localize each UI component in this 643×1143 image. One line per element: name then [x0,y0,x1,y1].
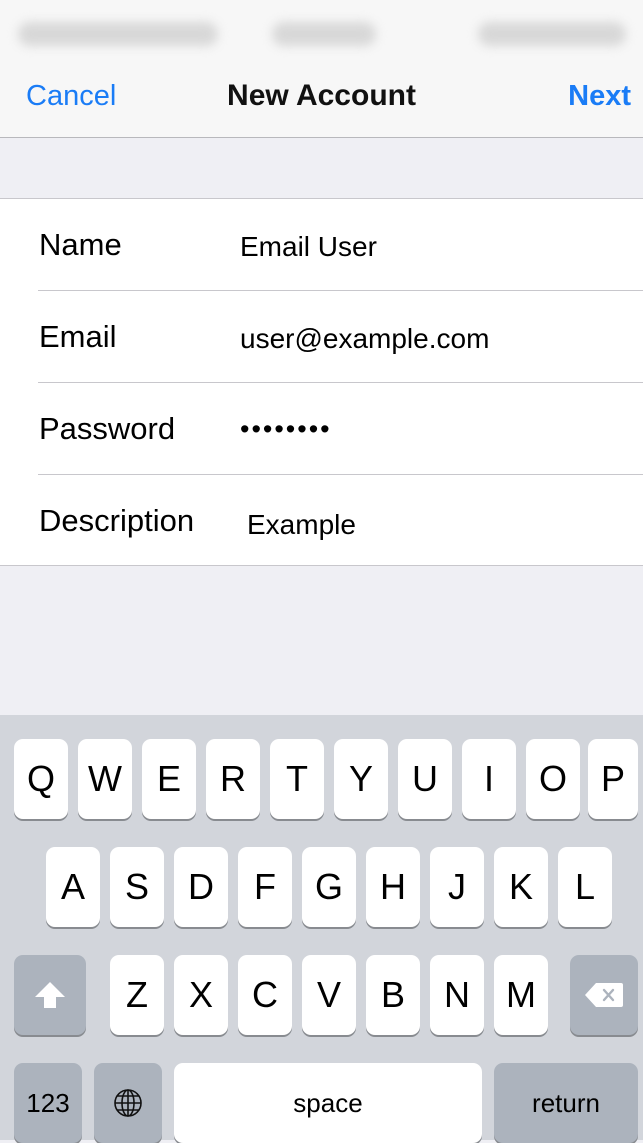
key-g[interactable]: G [302,847,356,927]
key-i[interactable]: I [462,739,516,819]
password-label: Password [39,411,176,446]
key-n[interactable]: N [430,955,484,1035]
key-z[interactable]: Z [110,955,164,1035]
key-l[interactable]: L [558,847,612,927]
key-k[interactable]: K [494,847,548,927]
key-a[interactable]: A [46,847,100,927]
password-field[interactable]: •••••••• [240,409,332,449]
key-q[interactable]: Q [14,739,68,819]
description-field[interactable]: Example [247,505,356,545]
shift-icon [33,980,67,1010]
key-s[interactable]: S [110,847,164,927]
status-carrier-blur [18,22,218,46]
space-key[interactable]: space [174,1063,482,1143]
email-row: Email user@example.com [0,291,643,383]
key-h[interactable]: H [366,847,420,927]
key-u[interactable]: U [398,739,452,819]
page-title: New Account [227,79,416,112]
key-m[interactable]: M [494,955,548,1035]
shift-key[interactable] [14,955,86,1035]
delete-key[interactable] [570,955,638,1035]
key-o[interactable]: O [526,739,580,819]
keyboard: Q W E R T Y U I O P A S D F G H J K L Z … [0,715,643,1143]
email-field[interactable]: user@example.com [240,319,489,359]
key-b[interactable]: B [366,955,420,1035]
description-row: Description Example [0,475,643,567]
description-label: Description [39,503,195,538]
name-label: Name [39,227,122,262]
status-bar [0,0,643,58]
globe-icon [112,1087,144,1119]
name-row: Name Email User [0,199,643,291]
key-e[interactable]: E [142,739,196,819]
key-r[interactable]: R [206,739,260,819]
key-w[interactable]: W [78,739,132,819]
password-row: Password •••••••• [0,383,643,475]
key-v[interactable]: V [302,955,356,1035]
numbers-key[interactable]: 123 [14,1063,82,1143]
key-j[interactable]: J [430,847,484,927]
account-form: Name Email User Email user@example.com P… [0,198,643,566]
email-label: Email [39,319,117,354]
globe-key[interactable] [94,1063,162,1143]
next-button[interactable]: Next [568,78,631,114]
key-d[interactable]: D [174,847,228,927]
status-time-blur [272,22,376,46]
nav-bar: Cancel New Account Next [0,58,643,138]
delete-icon [584,981,624,1009]
key-f[interactable]: F [238,847,292,927]
name-field[interactable]: Email User [240,227,377,267]
key-t[interactable]: T [270,739,324,819]
key-y[interactable]: Y [334,739,388,819]
status-battery-blur [478,22,626,46]
return-key[interactable]: return [494,1063,638,1143]
key-p[interactable]: P [588,739,638,819]
key-x[interactable]: X [174,955,228,1035]
key-c[interactable]: C [238,955,292,1035]
